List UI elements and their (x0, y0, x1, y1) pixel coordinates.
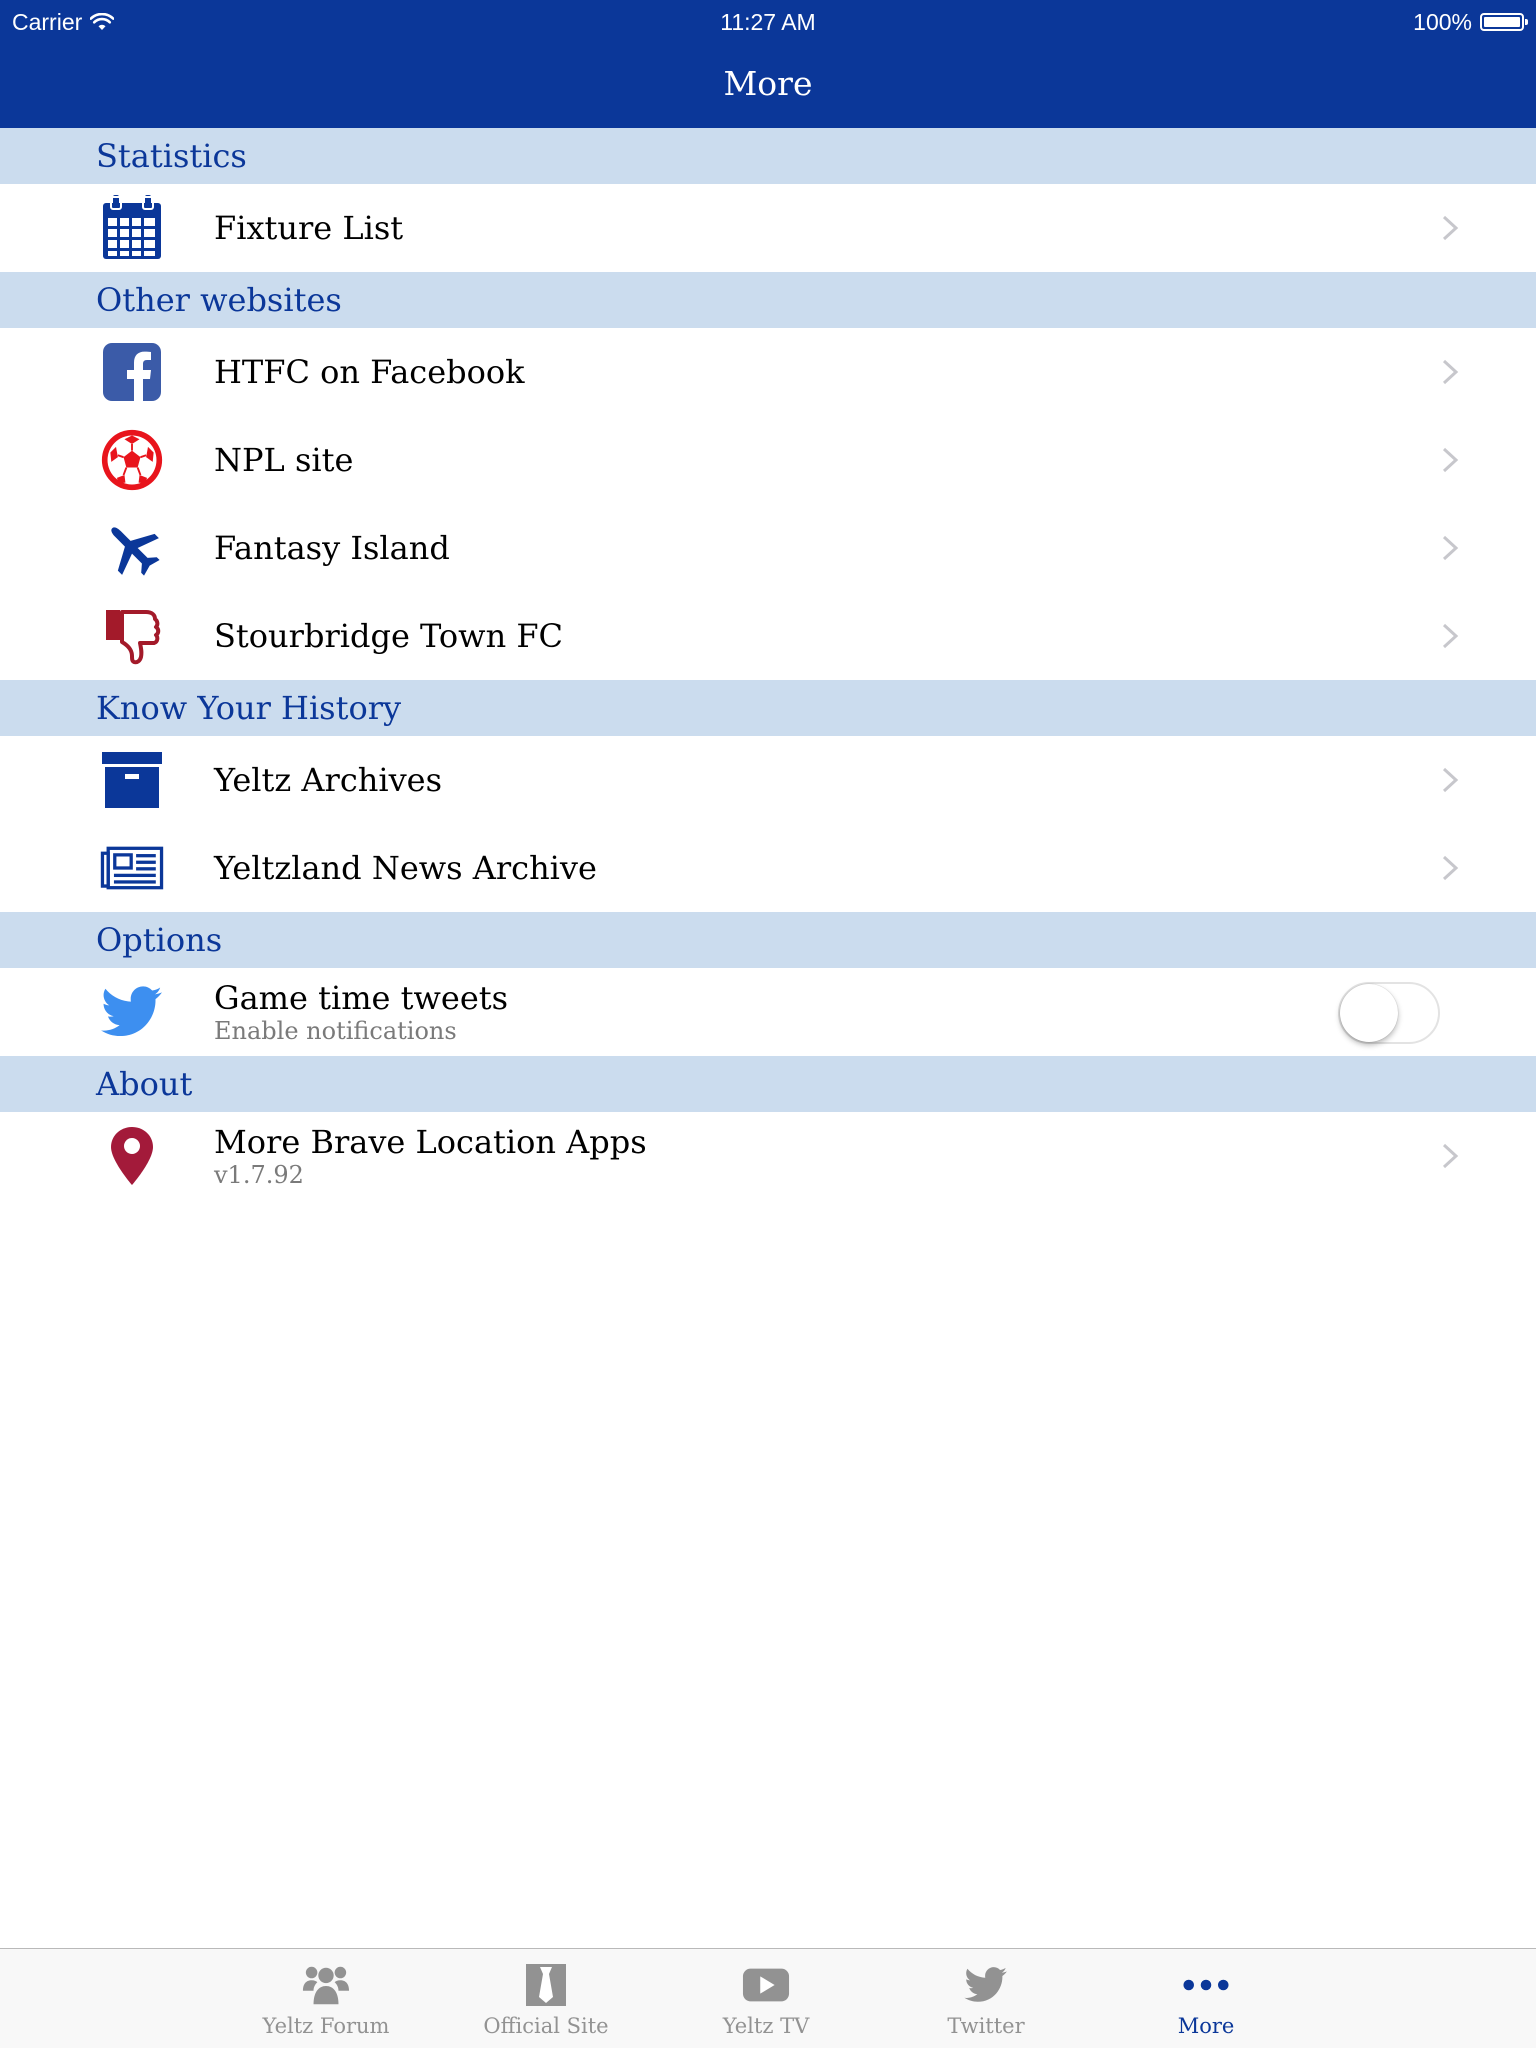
row-label: Game time tweets (214, 979, 509, 1017)
thumbs-down-icon (100, 604, 164, 668)
tab-twitter[interactable]: Twitter (886, 1949, 1086, 2049)
twitter-icon (100, 980, 164, 1044)
row-yeltz-archives[interactable]: Yeltz Archives (0, 736, 1536, 824)
chevron-right-icon (1442, 767, 1459, 793)
map-pin-icon (100, 1124, 164, 1188)
section-header-statistics: Statistics (0, 128, 1536, 184)
chevron-right-icon (1442, 623, 1459, 649)
row-npl-site[interactable]: NPL site (0, 416, 1536, 504)
twitter-icon (962, 1961, 1010, 2009)
row-stourbridge-town[interactable]: Stourbridge Town FC (0, 592, 1536, 680)
game-time-tweets-toggle[interactable] (1338, 982, 1440, 1044)
tab-label: Twitter (947, 2014, 1025, 2038)
play-icon (742, 1961, 790, 2009)
row-game-time-tweets: Game time tweets Enable notifications (0, 968, 1536, 1056)
row-htfc-facebook[interactable]: HTFC on Facebook (0, 328, 1536, 416)
football-icon (100, 428, 164, 492)
toggle-knob (1340, 984, 1398, 1042)
tab-label: More (1177, 2014, 1235, 2038)
tab-label: Yeltz TV (722, 2014, 810, 2038)
row-fantasy-island[interactable]: Fantasy Island (0, 504, 1536, 592)
status-and-nav-bar: Carrier 11:27 AM 100% More (0, 0, 1536, 128)
calendar-icon (100, 195, 164, 260)
newspaper-icon (100, 836, 164, 900)
row-label: Fantasy Island (214, 529, 450, 567)
chevron-right-icon (1442, 215, 1459, 241)
tab-label: Official Site (483, 2014, 609, 2038)
section-header-options: Options (0, 912, 1536, 968)
plane-icon (100, 516, 164, 580)
more-dots-icon (1182, 1961, 1230, 2009)
tie-icon (522, 1961, 570, 2009)
chevron-right-icon (1442, 359, 1459, 385)
battery-percent: 100% (1413, 9, 1472, 35)
chevron-right-icon (1442, 535, 1459, 561)
row-label: Stourbridge Town FC (214, 617, 564, 655)
tab-label: Yeltz Forum (262, 2014, 390, 2038)
row-more-brave-location-apps[interactable]: More Brave Location Apps v1.7.92 (0, 1112, 1536, 1200)
battery-icon (1480, 13, 1528, 31)
row-label: HTFC on Facebook (214, 353, 525, 391)
archive-box-icon (100, 748, 164, 812)
version-label: v1.7.92 (214, 1161, 304, 1189)
tab-bar: Yeltz Forum Official Site Yeltz TV Twitt… (0, 1948, 1536, 2048)
row-label: More Brave Location Apps (214, 1123, 647, 1161)
chevron-right-icon (1442, 447, 1459, 473)
section-header-about: About (0, 1056, 1536, 1112)
facebook-icon (100, 340, 164, 404)
page-title: More (723, 64, 813, 103)
tab-yeltz-forum[interactable]: Yeltz Forum (226, 1949, 426, 2049)
row-label: Yeltzland News Archive (214, 849, 597, 887)
section-header-other-websites: Other websites (0, 272, 1536, 328)
status-time: 11:27 AM (720, 9, 816, 35)
settings-table: Statistics Fixture List Other websites H… (0, 128, 1536, 1200)
row-label: NPL site (214, 441, 354, 479)
tab-official-site[interactable]: Official Site (446, 1949, 646, 2049)
tab-more[interactable]: More (1106, 1949, 1306, 2049)
chevron-right-icon (1442, 1143, 1459, 1169)
row-fixture-list[interactable]: Fixture List (0, 184, 1536, 272)
row-sublabel: Enable notifications (214, 1017, 457, 1045)
row-label: Yeltz Archives (214, 761, 443, 799)
chevron-right-icon (1442, 855, 1459, 881)
users-icon (302, 1961, 350, 2009)
row-label: Fixture List (214, 209, 404, 247)
status-battery: 100% (1413, 4, 1528, 40)
row-yeltzland-news-archive[interactable]: Yeltzland News Archive (0, 824, 1536, 912)
section-header-know-your-history: Know Your History (0, 680, 1536, 736)
tab-yeltz-tv[interactable]: Yeltz TV (666, 1949, 866, 2049)
